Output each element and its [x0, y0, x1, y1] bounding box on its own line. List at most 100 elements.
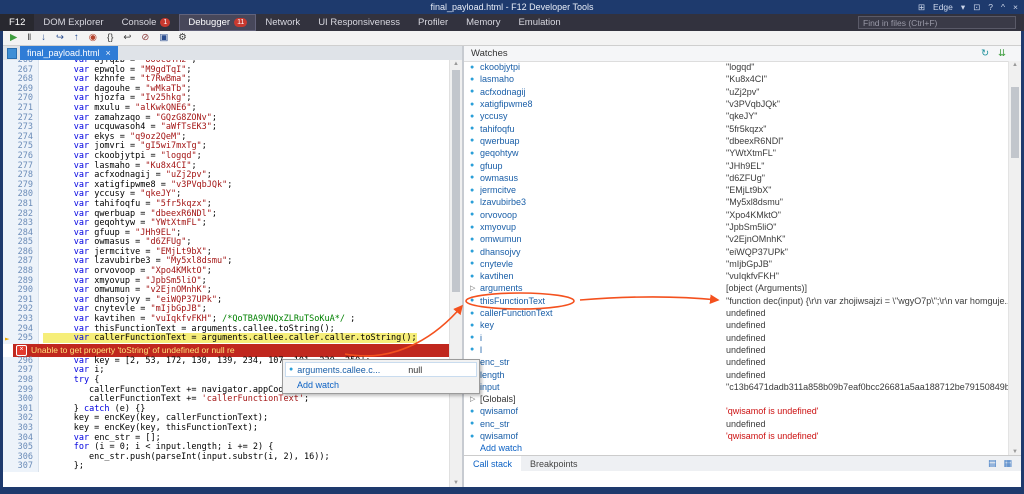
- dock-panel-icon[interactable]: ▤: [988, 458, 997, 469]
- chevron-down-icon[interactable]: ▾: [961, 0, 965, 14]
- step-into-icon[interactable]: ↓: [41, 31, 46, 45]
- scroll-down-icon[interactable]: ▼: [450, 479, 462, 487]
- collapse-icon[interactable]: ^: [1001, 0, 1005, 14]
- watch-row[interactable]: ●kavtihen"vuIqkfvFKH": [464, 270, 1009, 282]
- tooltip-expression-row[interactable]: ● arguments.callee.c... null: [285, 362, 477, 377]
- watch-row[interactable]: ●cnytevle"mIjbGpJB": [464, 258, 1009, 270]
- watch-row[interactable]: ▷[Globals]: [464, 393, 1009, 405]
- watch-row[interactable]: ●thisFunctionText"function dec(input) {\…: [464, 295, 1009, 307]
- watch-row[interactable]: ●ckoobjytpi"logqd": [464, 61, 1009, 73]
- collapse-watches-icon[interactable]: ⇊: [998, 48, 1006, 59]
- code-lines: 266 var ujfqzb = "Uo0cUfMz";267 var epwq…: [3, 60, 450, 472]
- scroll-up-icon[interactable]: ▲: [450, 60, 462, 68]
- watch-row[interactable]: ●gfuup"JHh9EL": [464, 159, 1009, 171]
- source-pane: final_payload.html × 266 var ujfqzb = "U…: [3, 46, 462, 487]
- code-token: var: [74, 218, 89, 228]
- tab-emulation[interactable]: Emulation: [509, 14, 569, 31]
- code-token: "uZj2pv": [166, 170, 207, 180]
- code-editor[interactable]: 266 var ujfqzb = "Uo0cUfMz";267 var epwq…: [3, 60, 450, 487]
- close-tab-icon[interactable]: ×: [106, 48, 111, 58]
- tab-label: Memory: [466, 17, 500, 28]
- code-text-inner: var callerFunctionText = arguments.calle…: [43, 333, 417, 343]
- break-on-exceptions-icon[interactable]: ◉: [89, 31, 97, 45]
- close-icon[interactable]: ×: [1013, 0, 1018, 14]
- watch-name: geqohtyw: [480, 148, 726, 158]
- watches-scrollbar[interactable]: ▲ ▼: [1008, 61, 1021, 456]
- watch-row[interactable]: ●iundefined: [464, 332, 1009, 344]
- tab-network[interactable]: Network: [256, 14, 309, 31]
- code-token: kavtihen =: [89, 314, 150, 324]
- watch-row[interactable]: ●qwerbuap"dbeexR6NDl": [464, 135, 1009, 147]
- watch-row[interactable]: ●jermcitve"EMjLt9bX": [464, 184, 1009, 196]
- continue-icon[interactable]: ▶: [10, 31, 17, 45]
- line-number[interactable]: 307: [3, 462, 39, 472]
- watch-row[interactable]: ●orvovoop"Xpo4KMktO": [464, 209, 1009, 221]
- tab-breakpoints[interactable]: Breakpoints: [521, 456, 587, 471]
- watch-row[interactable]: ●dhansojvy"eiWQP37UPk": [464, 245, 1009, 257]
- watch-row[interactable]: ●lundefined: [464, 344, 1009, 356]
- file-tab-final-payload[interactable]: final_payload.html ×: [20, 46, 118, 60]
- watch-row[interactable]: ●input"c13b6471dadb311a858b09b7eaf0bcc26…: [464, 381, 1009, 393]
- tab-memory[interactable]: Memory: [457, 14, 509, 31]
- find-in-files-input[interactable]: [858, 16, 1016, 29]
- browser-target-label[interactable]: Edge: [933, 0, 953, 14]
- tab-console[interactable]: Console1: [113, 14, 180, 31]
- watch-row[interactable]: ●enc_strundefined: [464, 418, 1009, 430]
- settings-icon[interactable]: ⚙: [178, 31, 187, 45]
- watch-row[interactable]: ●lengthundefined: [464, 368, 1009, 380]
- watch-row[interactable]: ●yccusy"qkeJY": [464, 110, 1009, 122]
- watch-row[interactable]: ●callerFunctionTextundefined: [464, 307, 1009, 319]
- code-scrollbar-thumb[interactable]: [452, 70, 460, 292]
- help-icon[interactable]: ?: [988, 0, 993, 14]
- watch-row[interactable]: ●qwisamof'qwisamof is undefined': [464, 430, 1009, 442]
- watch-row[interactable]: ▷arguments[object (Arguments)]: [464, 282, 1009, 294]
- code-scrollbar[interactable]: ▲ ▼: [449, 60, 462, 487]
- debug-layout-icon[interactable]: ▣: [159, 31, 168, 45]
- watch-value: undefined: [726, 357, 1009, 367]
- code-text-inner: var acfxodnagij = "uZj2pv";: [43, 170, 212, 180]
- watch-row[interactable]: ●lasmaho"Ku8x4CI": [464, 73, 1009, 85]
- watch-row[interactable]: ●tahifoqfu"5fr5kqzx": [464, 122, 1009, 134]
- code-token: catch: [84, 404, 110, 414]
- code-token: ;: [207, 266, 212, 276]
- word-wrap-icon[interactable]: ↩: [123, 31, 131, 45]
- pretty-print-icon[interactable]: {}: [107, 31, 113, 45]
- layout-panel-icon[interactable]: ▦: [1003, 458, 1012, 469]
- watch-row[interactable]: ●lzavubirbe3"My5xl8dsmu": [464, 196, 1009, 208]
- add-watch-link[interactable]: Add watch: [464, 442, 1009, 454]
- watch-row[interactable]: ●qwisamof'qwisamof is undefined': [464, 405, 1009, 417]
- watch-row[interactable]: ●enc_strundefined: [464, 356, 1009, 368]
- code-token: ucquwasoh4 =: [89, 122, 161, 132]
- code-text-inner: var qwerbuap = "dbeexR6NDl";: [43, 209, 217, 219]
- apps-grid-icon[interactable]: ⊞: [918, 0, 925, 14]
- tab-profiler[interactable]: Profiler: [409, 14, 457, 31]
- watch-row[interactable]: ●xatigfipwme8"v3PVqbJQk": [464, 98, 1009, 110]
- tab-call-stack[interactable]: Call stack: [464, 456, 521, 471]
- watch-row[interactable]: ●omwumun"v2EjnOMnhK": [464, 233, 1009, 245]
- tab-debugger[interactable]: Debugger11: [179, 14, 256, 31]
- undock-icon[interactable]: ⊡: [973, 0, 980, 14]
- tab-ui-responsiveness[interactable]: UI Responsiveness: [309, 14, 409, 31]
- step-over-icon[interactable]: ↪: [56, 31, 64, 45]
- tab-dom-explorer[interactable]: DOM Explorer: [34, 14, 112, 31]
- scroll-up-icon[interactable]: ▲: [1009, 61, 1021, 69]
- watches-scrollbar-thumb[interactable]: [1011, 87, 1019, 158]
- watch-row[interactable]: ●xmyovup"JpbSm5liO": [464, 221, 1009, 233]
- watch-row[interactable]: ●geqohtyw"YWtXtmFL": [464, 147, 1009, 159]
- expander-icon[interactable]: ▷: [470, 284, 480, 292]
- watch-row[interactable]: ●acfxodnagij"uZj2pv": [464, 86, 1009, 98]
- break-icon[interactable]: ‖: [27, 31, 31, 45]
- step-out-icon[interactable]: ↑: [74, 31, 79, 45]
- watch-name: lasmaho: [480, 74, 726, 84]
- watch-row[interactable]: ●keyundefined: [464, 319, 1009, 331]
- code-text-inner: var i;: [43, 365, 104, 375]
- watch-row[interactable]: ●owmasus"d6ZFUg": [464, 172, 1009, 184]
- expander-icon[interactable]: ▷: [470, 395, 480, 403]
- watch-value: "d6ZFUg": [726, 173, 1009, 183]
- code-token: jomvri =: [89, 141, 140, 151]
- tooltip-add-watch-link[interactable]: Add watch: [283, 379, 479, 393]
- disable-breakpoints-icon[interactable]: ⊘: [141, 31, 149, 45]
- code-token: var: [74, 151, 89, 161]
- refresh-watches-icon[interactable]: ↻: [981, 48, 989, 59]
- watch-icon: ●: [470, 76, 480, 83]
